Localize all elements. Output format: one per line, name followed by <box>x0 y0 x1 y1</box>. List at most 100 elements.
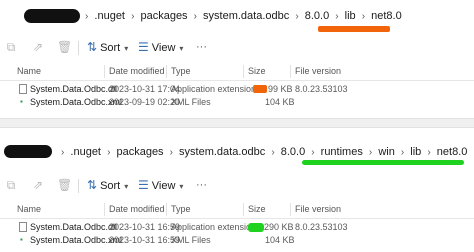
file-row[interactable]: System.Data.Odbc.dll 2023-10-31 17:04 Ap… <box>0 83 474 96</box>
share-icon[interactable]: ⇗ <box>31 40 45 54</box>
xml-file-icon: ▪ <box>20 98 28 108</box>
view-icon: ☰ <box>138 40 149 54</box>
breadcrumb-nuget[interactable]: .nuget <box>70 146 101 158</box>
file-size: 104 KB <box>265 235 295 245</box>
column-header-file-version[interactable]: File version <box>295 66 341 76</box>
file-row[interactable]: ▪ System.Data.Odbc.xml 2023-09-19 02:20 … <box>0 96 474 109</box>
chevron-down-icon: ▾ <box>124 182 129 191</box>
column-divider <box>104 203 105 216</box>
breadcrumb-packages[interactable]: packages <box>140 10 187 22</box>
sort-icon: ⇅ <box>87 40 98 54</box>
copy-icon[interactable]: ⧉ <box>4 178 18 192</box>
chevron-right-icon: › <box>295 11 299 22</box>
file-version: 8.0.23.53103 <box>295 222 348 232</box>
file-date: 2023-10-31 17:04 <box>109 84 181 94</box>
chevron-right-icon: › <box>169 147 173 158</box>
more-options-button[interactable]: ··· <box>196 39 207 55</box>
view-label: View <box>151 180 176 192</box>
toolbar-divider <box>78 41 79 55</box>
file-row[interactable]: ▪ System.Data.Odbc.xml 2023-10-31 16:59 … <box>0 234 474 247</box>
chevron-right-icon: › <box>335 11 339 22</box>
breadcrumb-system-data-odbc[interactable]: system.data.odbc <box>203 10 289 22</box>
green-highlight-mark <box>302 160 464 165</box>
chevron-down-icon: ▾ <box>179 44 184 53</box>
file-type: Application extension <box>171 84 257 94</box>
sort-label: Sort <box>100 180 121 192</box>
chevron-right-icon: › <box>311 147 315 158</box>
chevron-right-icon: › <box>107 147 111 158</box>
column-header-name[interactable]: Name <box>17 204 41 214</box>
column-header-type[interactable]: Type <box>171 204 191 214</box>
file-type: Application extension <box>171 222 257 232</box>
chevron-down-icon: ▾ <box>179 182 184 191</box>
delete-icon[interactable]: 🗑 <box>57 178 72 192</box>
column-divider <box>290 65 291 78</box>
address-bar[interactable]: › .nuget › packages › system.data.odbc ›… <box>0 142 474 166</box>
xml-file-icon: ▪ <box>20 236 28 246</box>
sort-button[interactable]: ⇅ Sort ▾ <box>87 177 128 195</box>
breadcrumb-version[interactable]: 8.0.0 <box>281 146 305 158</box>
more-options-button[interactable]: ··· <box>196 177 207 193</box>
column-divider <box>243 203 244 216</box>
column-header-date[interactable]: Date modified <box>109 66 165 76</box>
chevron-right-icon: › <box>427 147 431 158</box>
column-header-file-version[interactable]: File version <box>295 204 341 214</box>
sort-button[interactable]: ⇅ Sort ▾ <box>87 39 128 57</box>
breadcrumb-runtimes[interactable]: runtimes <box>321 146 363 158</box>
column-header-size[interactable]: Size <box>248 66 266 76</box>
file-version: 8.0.23.53103 <box>295 84 348 94</box>
view-label: View <box>151 42 176 54</box>
breadcrumb: › .nuget › packages › system.data.odbc ›… <box>82 10 402 22</box>
column-header-name[interactable]: Name <box>17 66 41 76</box>
top-explorer-window: › .nuget › packages › system.data.odbc ›… <box>0 0 474 118</box>
breadcrumb-packages[interactable]: packages <box>116 146 163 158</box>
breadcrumb-win[interactable]: win <box>378 146 395 158</box>
command-bar: ⧉ ⇗ 🗑 ⇅ Sort ▾ ☰ View ▾ ··· <box>0 174 474 198</box>
column-header-row: Name Date modified Type Size File versio… <box>0 64 474 81</box>
chevron-right-icon: › <box>368 147 373 158</box>
delete-icon[interactable]: 🗑 <box>57 40 72 54</box>
toolbar-divider <box>78 179 79 193</box>
share-icon[interactable]: ⇗ <box>31 178 45 192</box>
chevron-right-icon: › <box>271 147 275 158</box>
redacted-path <box>24 9 80 23</box>
column-divider <box>166 203 167 216</box>
breadcrumb: › .nuget › packages › system.data.odbc ›… <box>58 146 467 158</box>
column-divider <box>104 65 105 78</box>
file-date: 2023-10-31 16:59 <box>109 222 181 232</box>
file-size: 99 KB <box>268 84 293 94</box>
view-button[interactable]: ☰ View ▾ <box>138 177 183 195</box>
dll-file-icon <box>19 84 27 94</box>
view-button[interactable]: ☰ View ▾ <box>138 39 183 57</box>
column-divider <box>166 65 167 78</box>
chevron-down-icon: ▾ <box>124 44 129 53</box>
breadcrumb-net8[interactable]: net8.0 <box>371 10 402 22</box>
breadcrumb-system-data-odbc[interactable]: system.data.odbc <box>179 146 265 158</box>
file-date: 2023-10-31 16:59 <box>109 235 181 245</box>
column-header-date[interactable]: Date modified <box>109 204 165 214</box>
file-date: 2023-09-19 02:20 <box>109 97 181 107</box>
breadcrumb-nuget[interactable]: .nuget <box>94 10 125 22</box>
chevron-right-icon: › <box>193 11 197 22</box>
column-divider <box>243 65 244 78</box>
address-bar[interactable]: › .nuget › packages › system.data.odbc ›… <box>0 6 474 32</box>
sort-label: Sort <box>100 42 121 54</box>
breadcrumb-lib[interactable]: lib <box>410 146 421 158</box>
file-row[interactable]: System.Data.Odbc.dll 2023-10-31 16:59 Ap… <box>0 221 474 234</box>
column-header-type[interactable]: Type <box>171 66 191 76</box>
column-header-row: Name Date modified Type Size File versio… <box>0 202 474 219</box>
command-bar: ⧉ ⇗ 🗑 ⇅ Sort ▾ ☰ View ▾ ··· <box>0 36 474 60</box>
copy-icon[interactable]: ⧉ <box>4 40 18 54</box>
redacted-path <box>4 145 52 158</box>
bottom-explorer-window: › .nuget › packages › system.data.odbc ›… <box>0 128 474 252</box>
breadcrumb-net8[interactable]: net8.0 <box>437 146 468 158</box>
view-icon: ☰ <box>138 178 149 192</box>
dll-file-icon <box>19 222 27 232</box>
file-type: XML Files <box>171 235 211 245</box>
column-header-size[interactable]: Size <box>248 204 266 214</box>
file-size: 104 KB <box>265 97 295 107</box>
breadcrumb-version[interactable]: 8.0.0 <box>305 10 329 22</box>
orange-highlight-mark <box>318 26 390 32</box>
file-name: System.Data.Odbc.dll <box>30 84 118 94</box>
breadcrumb-lib[interactable]: lib <box>345 10 356 22</box>
